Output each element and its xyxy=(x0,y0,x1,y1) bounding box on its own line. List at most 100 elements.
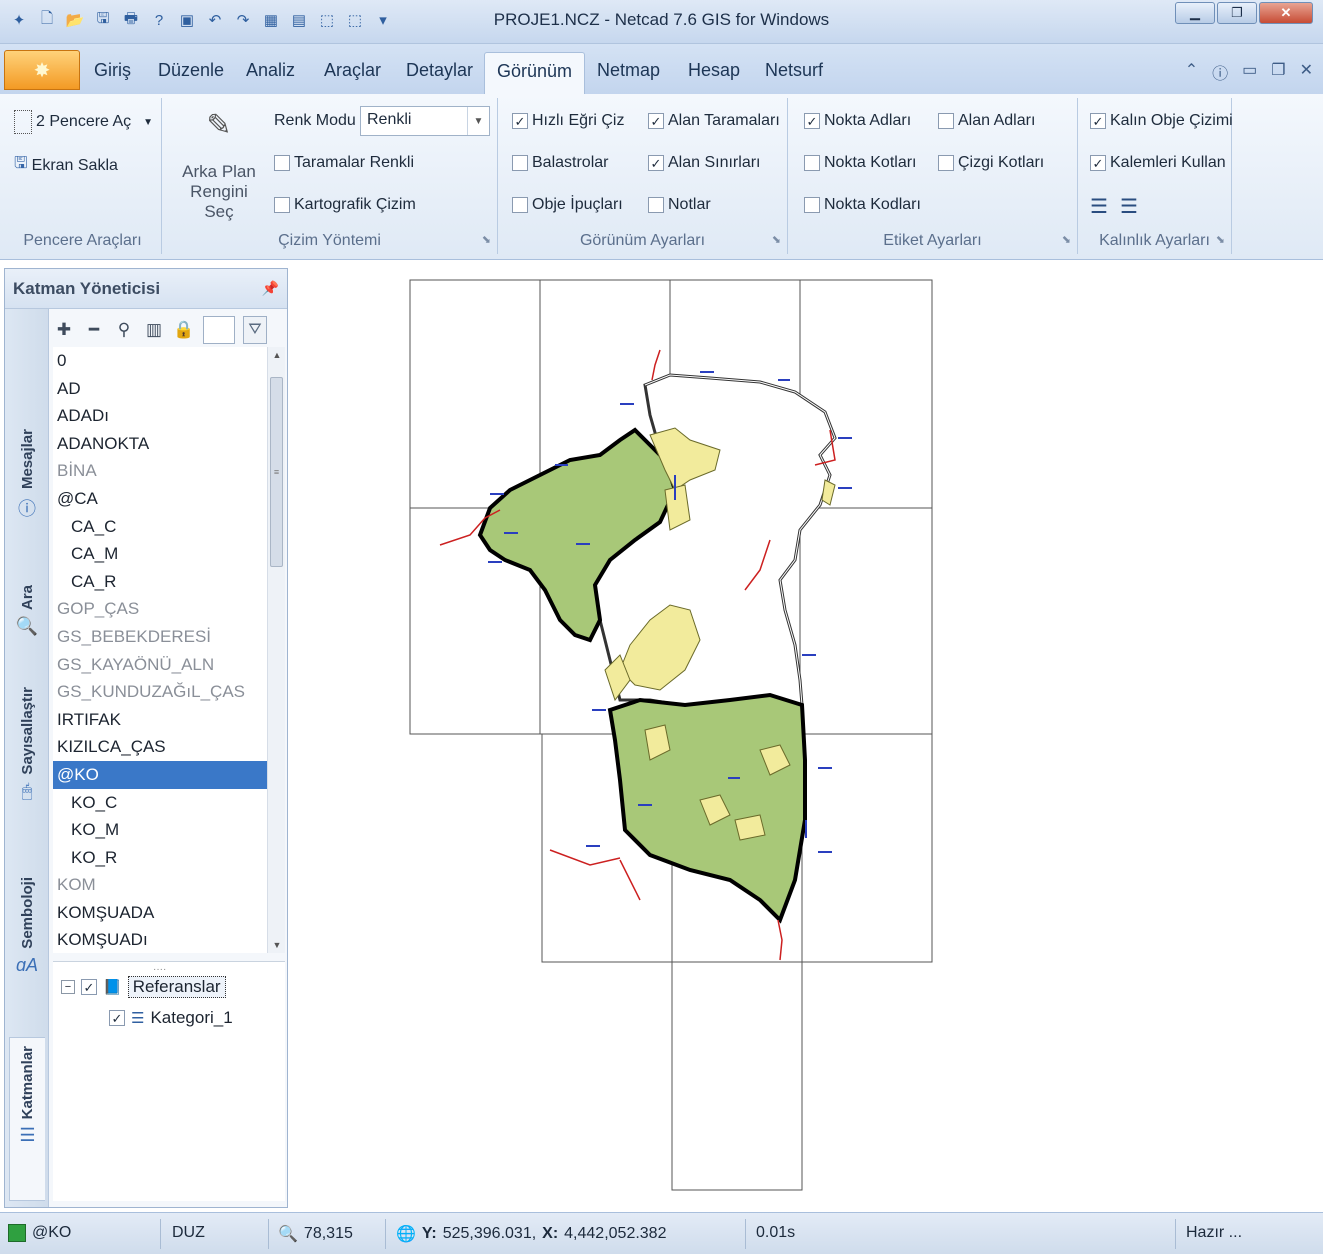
layer-list-item[interactable]: BİNA xyxy=(53,457,267,485)
panel-title: Katman Yöneticisi xyxy=(13,278,161,298)
tab-hesap[interactable]: Hesap xyxy=(688,60,740,81)
add-layer-icon[interactable]: ✚ xyxy=(53,320,75,340)
background-color-button[interactable]: ✎ Arka Plan Rengini Seç xyxy=(174,108,264,222)
tree-node-kategori[interactable]: ✓ ☰ Kategori_1 xyxy=(109,1008,233,1028)
line-width-buttons: ☰ ☰ xyxy=(1090,194,1138,219)
map-drawing[interactable] xyxy=(290,260,1323,1210)
open-windows-button[interactable]: 2 Pencere Aç ▼ xyxy=(14,110,153,134)
checkbox-icon xyxy=(274,197,290,213)
layer-list-item[interactable]: KOMŞUADı xyxy=(53,926,267,953)
layer-list-item[interactable]: GS_KUNDUZAĞıL_ÇAS xyxy=(53,678,267,706)
layer-list-item[interactable]: KO_C xyxy=(53,789,267,817)
status-separator xyxy=(268,1219,269,1249)
layer-list-item[interactable]: AD xyxy=(53,375,267,403)
check-alan-taramalari[interactable]: ✓ Alan Taramaları xyxy=(648,112,780,130)
tab-duzenle[interactable]: Düzenle xyxy=(158,60,224,81)
layer-list-item[interactable]: GS_BEBEKDERESİ xyxy=(53,623,267,651)
check-obje-ipuclari[interactable]: Obje İpuçları xyxy=(512,196,623,214)
help-circle-icon[interactable]: ⓘ xyxy=(1212,60,1228,84)
tab-netsurf[interactable]: Netsurf xyxy=(765,60,823,81)
check-kalemleri-kullan[interactable]: ✓ Kalemleri Kullan xyxy=(1090,154,1226,172)
scroll-up-icon[interactable]: ▲ xyxy=(268,347,286,363)
check-cizgi-kotlari[interactable]: Çizgi Kotları xyxy=(938,154,1044,172)
layer-list-item[interactable]: 0 xyxy=(53,347,267,375)
tab-detaylar[interactable]: Detaylar xyxy=(406,60,473,81)
application-menu-button[interactable]: ✸ xyxy=(4,50,80,90)
layer-list-item[interactable]: CA_M xyxy=(53,540,267,568)
check-alan-sinirlari[interactable]: ✓ Alan Sınırları xyxy=(648,154,760,172)
filter-icon[interactable]: ⛛ xyxy=(243,316,267,344)
color-mode-select[interactable]: Renkli ▼ xyxy=(360,106,490,136)
tab-giris[interactable]: Giriş xyxy=(94,60,131,81)
pin-icon[interactable]: 📌 xyxy=(262,280,279,297)
layer-visibility-icon[interactable]: ⚲ xyxy=(113,320,135,340)
splitter-grip[interactable]: ···· xyxy=(153,964,166,975)
tab-gorunum[interactable]: Görünüm xyxy=(484,52,586,94)
check-kalin-obje-cizimi[interactable]: ✓ Kalın Obje Çizimi xyxy=(1090,112,1233,130)
tab-netmap[interactable]: Netmap xyxy=(597,60,660,81)
layer-list-item[interactable]: GS_KAYAÖNÜ_ALN xyxy=(53,651,267,679)
check-hizli-egri-ciz[interactable]: ✓ Hızlı Eğri Çiz xyxy=(512,112,624,130)
layer-list-item[interactable]: KIZILCA_ÇAS xyxy=(53,733,267,761)
layer-list-item[interactable]: KO_R xyxy=(53,844,267,872)
layer-list-item[interactable]: KO_M xyxy=(53,816,267,844)
doc-restore-icon[interactable]: ❐ xyxy=(1271,60,1285,84)
check-nokta-kotlari[interactable]: Nokta Kotları xyxy=(804,154,916,172)
save-screen-button[interactable]: 🖫 Ekran Sakla xyxy=(14,152,118,179)
check-notlar[interactable]: Notlar xyxy=(648,196,711,214)
layer-list-item[interactable]: @KO xyxy=(53,760,267,789)
checkbox-checked-icon[interactable]: ✓ xyxy=(109,1010,125,1026)
remove-layer-icon[interactable]: ━ xyxy=(83,320,105,340)
map-canvas[interactable] xyxy=(290,260,1323,1210)
side-tab-semboloji[interactable]: Semboloji ɑA xyxy=(9,877,45,976)
status-mode[interactable]: DUZ xyxy=(172,1224,205,1242)
check-nokta-kodlari[interactable]: Nokta Kodları xyxy=(804,196,921,214)
tab-analiz[interactable]: Analiz xyxy=(246,60,295,81)
dialog-launcher-icon[interactable]: ⬊ xyxy=(482,233,491,246)
tree-node-referanslar[interactable]: − ✓ 📘 Referanslar xyxy=(61,976,226,998)
layer-list-item[interactable]: ADANOKTA xyxy=(53,430,267,458)
doc-minimize-icon[interactable]: ▭ xyxy=(1242,60,1257,84)
line-width-decrease-icon[interactable]: ☰ xyxy=(1090,194,1108,219)
layer-list-scrollbar[interactable]: ▲ ≡ ▼ xyxy=(267,347,285,953)
status-active-layer[interactable]: @KO xyxy=(8,1224,71,1242)
check-nokta-adlari[interactable]: ✓ Nokta Adları xyxy=(804,112,911,130)
side-tab-katmanlar[interactable]: Katmanlar ☰ xyxy=(9,1037,45,1201)
checkbox-checked-icon[interactable]: ✓ xyxy=(81,979,97,995)
collapse-ribbon-icon[interactable]: ⌃ xyxy=(1185,60,1198,84)
layer-list-item[interactable]: CA_R xyxy=(53,568,267,596)
layer-list-item[interactable]: @CA xyxy=(53,485,267,513)
doc-close-icon[interactable]: ✕ xyxy=(1300,60,1313,84)
ribbon-tabs: ✸ Giriş Düzenle Analiz Araçlar Detaylar … xyxy=(0,44,1323,94)
minimize-icon[interactable]: ▁ xyxy=(1175,2,1215,24)
check-kartografik-cizim[interactable]: Kartografik Çizim xyxy=(274,196,416,214)
check-taramalar-renkli[interactable]: Taramalar Renkli xyxy=(274,154,414,172)
layer-filter-input[interactable] xyxy=(203,316,235,344)
dialog-launcher-icon[interactable]: ⬊ xyxy=(1216,233,1225,246)
layer-list-item[interactable]: CA_C xyxy=(53,513,267,541)
lock-icon[interactable]: 🔒 xyxy=(173,320,195,340)
check-alan-adlari[interactable]: Alan Adları xyxy=(938,112,1035,130)
check-balastrolar[interactable]: Balastrolar xyxy=(512,154,608,172)
restore-icon[interactable]: ❐ xyxy=(1217,2,1257,24)
layer-properties-icon[interactable]: ▥ xyxy=(143,320,165,340)
dialog-launcher-icon[interactable]: ⬊ xyxy=(1062,233,1071,246)
layer-list-item[interactable]: GOP_ÇAS xyxy=(53,595,267,623)
dialog-launcher-icon[interactable]: ⬊ xyxy=(772,233,781,246)
layer-list-item[interactable]: KOM xyxy=(53,871,267,899)
side-tab-sayisallastir[interactable]: Sayısallaştır 🖱 xyxy=(9,687,45,802)
layer-list-item[interactable]: IRTIFAK xyxy=(53,706,267,734)
side-tab-ara[interactable]: Ara 🔍 xyxy=(9,585,45,637)
status-zoom[interactable]: 🔍 78,315 xyxy=(278,1224,353,1244)
side-tab-mesajlar[interactable]: Mesajlar ⓘ xyxy=(9,429,45,521)
scroll-down-icon[interactable]: ▼ xyxy=(268,937,286,953)
collapse-icon[interactable]: − xyxy=(61,980,75,994)
scroll-thumb[interactable]: ≡ xyxy=(270,377,283,567)
layer-list-item[interactable]: KOMŞUADA xyxy=(53,899,267,927)
close-icon[interactable]: ✕ xyxy=(1259,2,1313,24)
layer-list-item[interactable]: ADADı xyxy=(53,402,267,430)
group-label-pencere: Pencere Araçları xyxy=(23,232,142,249)
line-width-increase-icon[interactable]: ☰ xyxy=(1120,194,1138,219)
tab-araclar[interactable]: Araçlar xyxy=(324,60,381,81)
check-label: Çizgi Kotları xyxy=(958,154,1045,171)
